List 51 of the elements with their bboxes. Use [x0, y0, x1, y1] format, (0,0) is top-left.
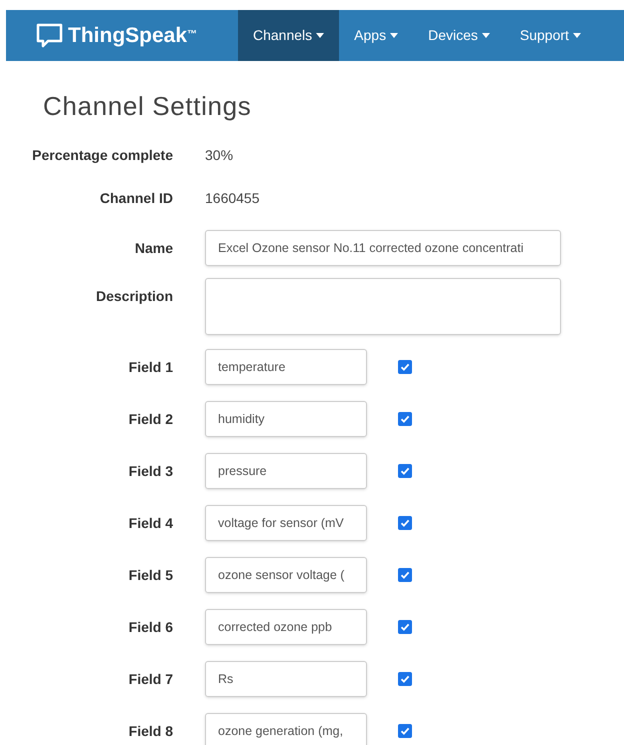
checkmark-icon [400, 466, 410, 476]
field-name-input[interactable]: voltage for sensor (mV [205, 505, 367, 541]
field-label: Field 8 [128, 722, 174, 740]
field-label: Field 2 [128, 410, 174, 428]
nav-menu[interactable]: Apps [339, 10, 414, 61]
field-label: Field 3 [128, 462, 174, 480]
description-field[interactable] [205, 278, 561, 335]
field-label: Field 5 [128, 566, 174, 584]
field-label: Description [94, 287, 174, 306]
nav-menu[interactable]: Devices [413, 10, 505, 61]
caret-icon [482, 33, 490, 38]
checkmark-icon [400, 362, 410, 372]
field-checkbox[interactable] [398, 620, 412, 634]
field-checkbox[interactable] [398, 464, 412, 478]
field-checkbox[interactable] [398, 360, 412, 374]
logo-text[interactable]: ThingSpeak$^{™}$ [68, 20, 198, 52]
checkmark-icon [400, 414, 410, 424]
field-name-input[interactable]: corrected ozone ppb [205, 609, 367, 645]
field-checkbox[interactable] [398, 516, 412, 530]
caret-icon [572, 33, 581, 38]
page-title: Channel Settings [43, 90, 252, 123]
field-checkbox[interactable] [398, 672, 412, 686]
chat-bubble-icon [36, 22, 63, 48]
field-name-input[interactable]: temperature [205, 349, 367, 385]
name-field[interactable]: Excel Ozone sensor No.11 corrected ozone concentrati [205, 230, 561, 266]
field-label: Field 4 [128, 514, 174, 532]
checkmark-icon [400, 726, 410, 736]
field-label: Field 6 [128, 618, 174, 636]
info-value: 1660455 [205, 189, 260, 208]
field-name-input[interactable]: ozone generation (mg, [205, 713, 367, 745]
field-checkbox[interactable] [398, 412, 412, 426]
info-label: Channel ID [98, 189, 174, 208]
field-name-input[interactable]: Rs [205, 661, 367, 697]
info-label: Percentage complete [31, 146, 174, 165]
field-label: Name [134, 238, 174, 258]
checkmark-icon [400, 674, 410, 684]
caret-icon [390, 33, 398, 38]
field-label: Field 1 [128, 358, 174, 376]
nav-menu[interactable]: Channels [238, 10, 340, 61]
field-name-input[interactable]: pressure [205, 453, 367, 489]
field-name-input[interactable]: ozone sensor voltage ( [205, 557, 367, 593]
field-checkbox[interactable] [398, 724, 412, 738]
checkmark-icon [400, 622, 410, 632]
checkmark-icon [400, 518, 410, 528]
caret-icon [316, 33, 324, 38]
field-name-input[interactable]: humidity [205, 401, 367, 437]
nav-menu[interactable]: Support [504, 10, 596, 61]
info-value: 30% [205, 146, 234, 165]
checkmark-icon [400, 570, 410, 580]
field-label: Field 7 [128, 670, 174, 688]
field-checkbox[interactable] [398, 568, 412, 582]
